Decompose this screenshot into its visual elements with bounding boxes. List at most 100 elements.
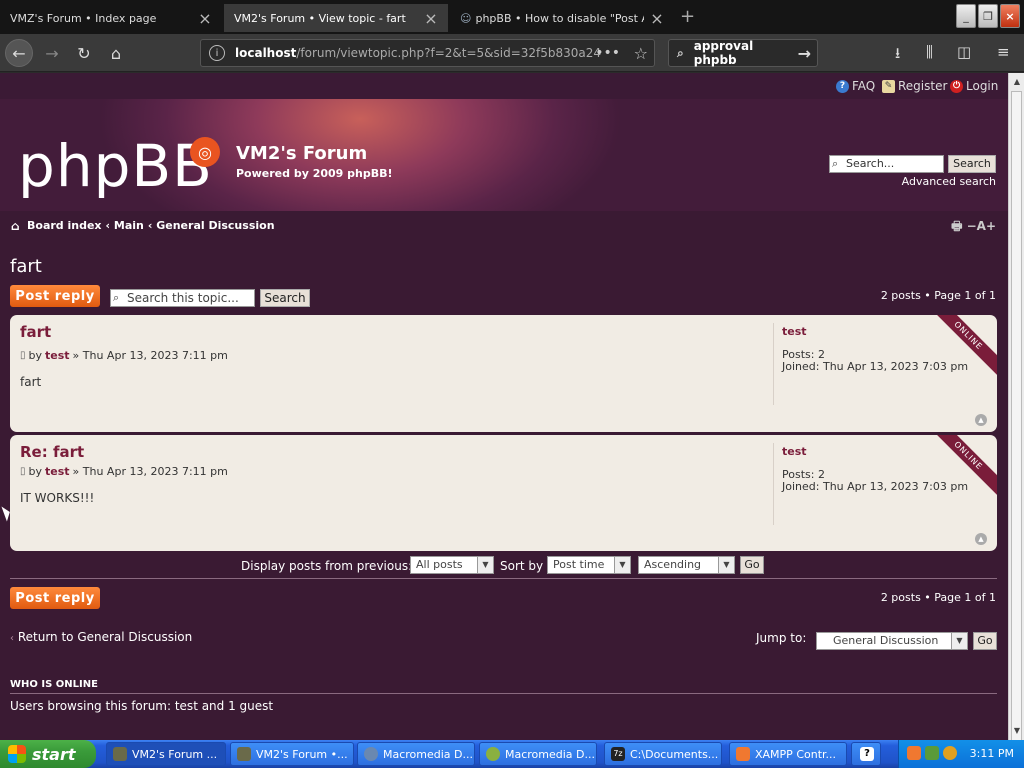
nav-bar: ← → ↻ ⌂ i localhost /forum/viewtopic.php… <box>0 34 1024 72</box>
system-tray: 3:11 PM <box>898 740 1024 768</box>
topic-title[interactable]: fart <box>10 256 42 277</box>
login-label: Login <box>966 79 999 93</box>
tab-index-page[interactable]: VMZ's Forum • Index page × <box>0 4 222 32</box>
task-help[interactable]: ? <box>851 742 881 766</box>
post-author[interactable]: test <box>45 349 70 362</box>
post-reply-button[interactable]: Post reply <box>10 285 100 307</box>
task-macromedia-2[interactable]: Macromedia D... <box>479 742 597 766</box>
return-label: Return to General Discussion <box>17 630 193 644</box>
scroll-up-icon[interactable]: ▲ <box>1010 75 1024 89</box>
vertical-scrollbar[interactable]: ▲ ▼ <box>1008 73 1024 741</box>
register-link[interactable]: ✎ Register <box>882 79 947 93</box>
scroll-thumb[interactable] <box>1011 91 1022 741</box>
jump-go-button[interactable]: Go <box>973 632 997 650</box>
advanced-search-link[interactable]: Advanced search <box>902 175 996 188</box>
jump-value: General Discussion <box>833 634 939 647</box>
tab-label: VMZ's Forum • Index page <box>10 11 157 25</box>
print-icon[interactable]: 🖶 −A+ <box>951 217 996 238</box>
post-title[interactable]: fart <box>20 323 51 341</box>
page-actions-icon[interactable]: ••• <box>595 45 620 61</box>
task-7zip[interactable]: 7z C:\Documents... <box>604 742 722 766</box>
task-xampp[interactable]: XAMPP Contr... <box>729 742 847 766</box>
post-reply-button-bottom[interactable]: Post reply <box>10 587 100 609</box>
maximize-button[interactable]: ❐ <box>978 4 998 28</box>
joined-date: Thu Apr 13, 2023 7:03 pm <box>822 480 969 493</box>
close-icon[interactable]: × <box>424 9 438 28</box>
close-icon[interactable]: × <box>198 9 212 28</box>
who-is-online-title: WHO IS ONLINE <box>10 679 98 690</box>
tab-view-topic[interactable]: VM2's Forum • View topic - fart × <box>224 4 448 32</box>
who-is-online-text: Users browsing this forum: test and 1 gu… <box>10 699 274 713</box>
browser-icon <box>237 747 251 761</box>
order-select[interactable]: Ascending ▼ <box>638 556 735 574</box>
jump-select[interactable]: General Discussion ▼ <box>816 632 968 650</box>
breadcrumb-general-discussion[interactable]: ‹ General Discussion <box>148 219 275 232</box>
forum-header: phpBB creating communities ◎ VM2's Forum… <box>0 99 1008 225</box>
search-tray-icon[interactable] <box>943 746 957 760</box>
chevron-down-icon: ▼ <box>718 557 734 573</box>
header-search-button[interactable]: Search <box>948 155 996 173</box>
post-date: » Thu Apr 13, 2023 7:11 pm <box>72 349 228 362</box>
joined-label: Joined: <box>782 480 820 493</box>
start-button[interactable]: start <box>0 740 96 768</box>
windows-logo-icon <box>8 745 26 763</box>
tab-label: VM2's Forum • View topic - fart <box>234 11 406 25</box>
post-1: fart ▯ by test » Thu Apr 13, 2023 7:11 p… <box>10 315 997 432</box>
joined-date: Thu Apr 13, 2023 7:03 pm <box>822 360 969 373</box>
task-forum-2[interactable]: VM2's Forum •... <box>230 742 354 766</box>
address-bar[interactable]: i localhost /forum/viewtopic.php?f=2&t=5… <box>200 39 655 67</box>
library-icon[interactable]: ⫼ <box>926 43 933 61</box>
post-icon[interactable]: ▯ <box>20 466 26 477</box>
reload-button[interactable]: ↻ <box>70 39 98 67</box>
menu-icon[interactable]: ≡ <box>997 43 1010 61</box>
search-icon: ⌕ <box>677 45 684 60</box>
breadcrumb-board-index[interactable]: Board index <box>27 219 102 232</box>
info-icon[interactable]: i <box>209 45 225 61</box>
sidebar-icon[interactable]: ◫ <box>957 43 971 61</box>
faq-label: FAQ <box>852 79 876 93</box>
post-divider <box>773 443 774 525</box>
header-search-input[interactable]: ⌕ Search... <box>829 155 944 173</box>
bookmark-star-icon[interactable]: ☆ <box>634 44 648 63</box>
xampp-tray-icon[interactable] <box>907 746 921 760</box>
phpbb-logo[interactable]: phpBB creating communities <box>18 137 213 225</box>
chevron-down-icon: ▼ <box>951 633 967 649</box>
task-macromedia-1[interactable]: Macromedia D... <box>357 742 475 766</box>
close-icon[interactable]: × <box>650 9 664 28</box>
display-select[interactable]: All posts ▼ <box>410 556 494 574</box>
download-icon[interactable]: ⭳ <box>895 43 900 68</box>
sort-go-button[interactable]: Go <box>740 556 764 574</box>
back-to-top-icon[interactable]: ▲ <box>975 533 987 545</box>
scroll-down-icon[interactable]: ▼ <box>1010 724 1024 738</box>
close-window-button[interactable]: × <box>1000 4 1020 28</box>
go-arrow-icon[interactable]: → <box>798 44 811 63</box>
post-title[interactable]: Re: fart <box>20 443 84 461</box>
login-link[interactable]: ⏻ Login <box>950 79 998 93</box>
home-button[interactable]: ⌂ <box>102 39 130 67</box>
browser-search-box[interactable]: ⌕ approval phpbb → <box>668 39 818 67</box>
task-label: VM2's Forum •... <box>256 747 348 761</box>
back-to-top-icon[interactable]: ▲ <box>975 414 987 426</box>
home-icon[interactable]: ⌂ <box>11 219 20 233</box>
sortby-select[interactable]: Post time ▼ <box>547 556 631 574</box>
post-icon[interactable]: ▯ <box>20 350 26 361</box>
topic-search-input[interactable]: ⌕ Search this topic... <box>110 289 255 307</box>
tab-phpbb-help[interactable]: ☺ phpBB • How to disable "Post App × <box>450 4 674 32</box>
topic-search-button[interactable]: Search <box>260 289 310 307</box>
new-tab-icon[interactable]: + <box>680 6 695 27</box>
sortby-value: Post time <box>553 558 605 571</box>
faq-link[interactable]: ? FAQ <box>836 79 875 93</box>
poster-name[interactable]: test <box>782 445 807 458</box>
return-link[interactable]: ‹ Return to General Discussion <box>10 630 192 644</box>
breadcrumb-main[interactable]: ‹ Main <box>106 219 144 232</box>
back-button[interactable]: ← <box>5 39 33 67</box>
network-icon[interactable] <box>925 746 939 760</box>
clock: 3:11 PM <box>969 747 1014 760</box>
post-author[interactable]: test <box>45 465 70 478</box>
poster-name[interactable]: test <box>782 325 807 338</box>
task-forum-1[interactable]: VM2's Forum ... <box>106 742 226 766</box>
forward-button[interactable]: → <box>38 39 66 67</box>
divider <box>10 693 997 694</box>
post-body: fart <box>20 375 42 389</box>
minimize-button[interactable]: _ <box>956 4 976 28</box>
